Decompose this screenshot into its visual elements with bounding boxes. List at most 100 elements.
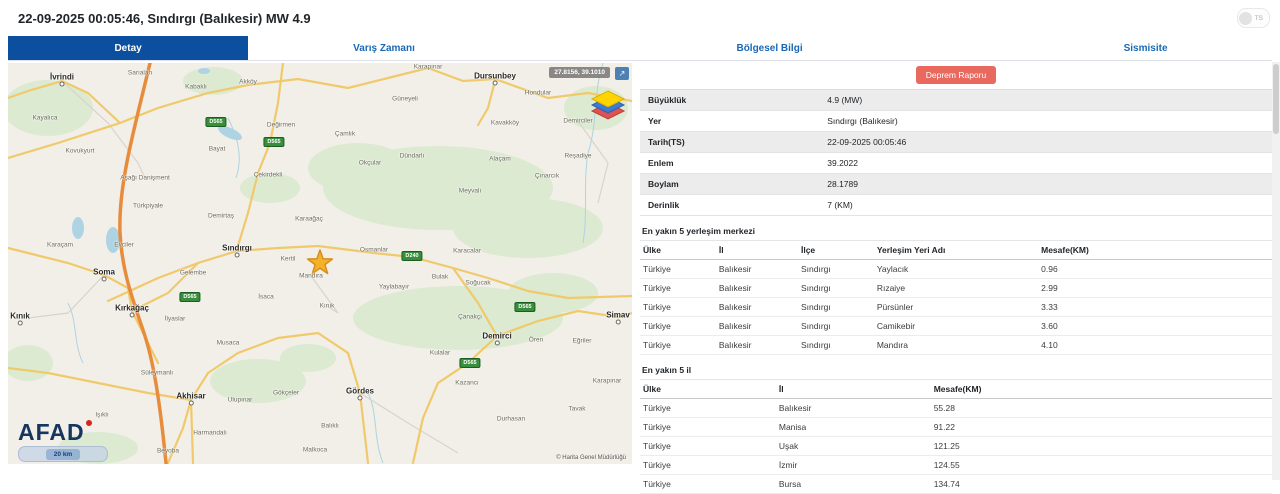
table-cell: Mandıra	[874, 336, 1038, 355]
timezone-toggle[interactable]: TS	[1237, 8, 1270, 28]
map-village-label: Karaçam	[47, 242, 73, 249]
map-village-label: Kazancı	[455, 380, 479, 387]
map-village-label: Alaçam	[489, 156, 511, 163]
map-village-label: Çanakçı	[458, 314, 482, 321]
detail-value: 28.1789	[823, 174, 1272, 194]
column-header: Yerleşim Yeri Adı	[874, 241, 1038, 260]
detail-panel: Deprem Raporu Büyüklük4.9 (MW)YerSındırg…	[640, 63, 1272, 494]
table-cell: Sındırgı	[798, 336, 874, 355]
map-attribution: © Harita Genel Müdürlüğü	[556, 455, 626, 461]
map-layers-control[interactable]	[590, 89, 626, 135]
map-label-layer: SarıalanKabaklıAkköyKarapınarHondularGün…	[8, 63, 632, 464]
detail-label: Enlem	[640, 153, 823, 173]
map-village-label: Gökçeler	[273, 390, 299, 397]
nearest-provinces-table: ÜlkeİlMesafe(KM)TürkiyeBalıkesir55.28Tür…	[640, 379, 1272, 494]
table-cell: 3.60	[1038, 317, 1272, 336]
map-village-label: Harmandalı	[193, 430, 227, 437]
detail-label: Tarih(TS)	[640, 132, 823, 152]
detail-label: Yer	[640, 111, 823, 131]
table-cell: Bursa	[776, 475, 931, 494]
layers-icon	[590, 89, 626, 135]
road-number-badge: D240	[401, 251, 422, 261]
column-header: Ülke	[640, 241, 716, 260]
map-village-label: Kabaklı	[185, 84, 207, 91]
earthquake-report-button[interactable]: Deprem Raporu	[916, 66, 996, 84]
table-cell: Türkiye	[640, 456, 776, 475]
table-cell: 2.99	[1038, 279, 1272, 298]
map-village-label: Demirtaş	[208, 213, 234, 220]
map-city-label: Kınık	[10, 312, 30, 321]
table-row: TürkiyeManisa91.22	[640, 418, 1272, 437]
table-cell: 134.74	[931, 475, 1272, 494]
map-village-label: Çekirdekli	[254, 172, 283, 179]
map-village-label: Kertil	[281, 256, 296, 263]
earthquake-map[interactable]: SarıalanKabaklıAkköyKarapınarHondularGün…	[8, 63, 632, 464]
table-cell: Türkiye	[640, 418, 776, 437]
map-village-label: Güneyeli	[392, 96, 418, 103]
map-village-label: Karacalar	[453, 248, 481, 255]
map-village-label: Gelembe	[180, 270, 206, 277]
tab-detay[interactable]: Detay	[8, 36, 248, 60]
table-cell: 91.22	[931, 418, 1272, 437]
table-cell: 124.55	[931, 456, 1272, 475]
table-row: TürkiyeBalıkesirSındırgıPürsünler3.33	[640, 298, 1272, 317]
tab-bar: DetayVarış ZamanıBölgesel BilgiSismisite	[8, 36, 1272, 61]
detail-row: YerSındırgı (Balıkesir)	[640, 111, 1272, 132]
map-village-label: Bayat	[209, 146, 226, 153]
table-cell: Pürsünler	[874, 298, 1038, 317]
vertical-scrollbar[interactable]	[1272, 62, 1280, 480]
scale-label: 20 km	[46, 449, 80, 460]
table-cell: Camikebir	[874, 317, 1038, 336]
map-city-label: Dursunbey	[474, 72, 516, 81]
table-cell: Rızaiye	[874, 279, 1038, 298]
table-cell: 121.25	[931, 437, 1272, 456]
map-village-label: Hondular	[525, 90, 551, 97]
table-header-row: ÜlkeİlİlçeYerleşim Yeri AdıMesafe(KM)	[640, 241, 1272, 260]
table-cell: 55.28	[931, 399, 1272, 418]
tab-varis-zamani[interactable]: Varış Zamanı	[248, 36, 520, 60]
map-city-label: Soma	[93, 268, 115, 277]
map-village-label: İlyaslar	[165, 316, 186, 323]
nearest-settlements-table: ÜlkeİlİlçeYerleşim Yeri AdıMesafe(KM) Tür…	[640, 240, 1272, 355]
timezone-toggle-label: TS	[1255, 15, 1263, 22]
map-village-label: Karapınar	[593, 378, 622, 385]
table-cell: Manisa	[776, 418, 931, 437]
table-cell: Balıkesir	[716, 279, 798, 298]
map-village-label: İsaca	[258, 294, 274, 301]
tab-bolgesel-bilgi[interactable]: Bölgesel Bilgi	[520, 36, 1019, 60]
table-row: TürkiyeUşak121.25	[640, 437, 1272, 456]
table-cell: Türkiye	[640, 475, 776, 494]
road-number-badge: D565	[179, 292, 200, 302]
table-cell: Balıkesir	[776, 399, 931, 418]
detail-row: Derinlik7 (KM)	[640, 195, 1272, 216]
detail-row: Enlem39.2022	[640, 153, 1272, 174]
map-village-label: Osmanlar	[360, 247, 388, 254]
road-number-badge: D565	[514, 302, 535, 312]
column-header: İlçe	[798, 241, 874, 260]
map-village-label: Reşadiye	[564, 153, 591, 160]
map-village-label: Ulupınar	[228, 397, 253, 404]
map-village-label: Karaağaç	[295, 216, 323, 223]
column-header: İl	[716, 241, 798, 260]
table-cell: Türkiye	[640, 317, 716, 336]
tab-sismisite[interactable]: Sismisite	[1019, 36, 1272, 60]
map-village-label: Demirciler	[563, 118, 592, 125]
page-title: 22-09-2025 00:05:46, Sındırgı (Balıkesir…	[18, 11, 311, 26]
map-expand-button[interactable]: ↗	[615, 67, 629, 80]
map-city-label: Kırkağaç	[115, 304, 149, 313]
table-cell: Sındırgı	[798, 298, 874, 317]
table-cell: Sındırgı	[798, 260, 874, 279]
map-village-label: Tavak	[569, 406, 586, 413]
table-cell: Türkiye	[640, 279, 716, 298]
map-village-label: Musaca	[217, 340, 240, 347]
detail-value: Sındırgı (Balıkesir)	[823, 111, 1272, 131]
table-row: TürkiyeBursa134.74	[640, 475, 1272, 494]
map-village-label: Mandıra	[299, 273, 323, 280]
column-header: Ülke	[640, 380, 776, 399]
scrollbar-thumb[interactable]	[1273, 64, 1279, 134]
map-scale-bar: 20 km	[18, 446, 108, 462]
table-header-row: ÜlkeİlMesafe(KM)	[640, 380, 1272, 399]
map-village-label: Kınık	[320, 303, 335, 310]
detail-row: Boylam28.1789	[640, 174, 1272, 195]
content-area: SarıalanKabaklıAkköyKarapınarHondularGün…	[8, 63, 1272, 494]
